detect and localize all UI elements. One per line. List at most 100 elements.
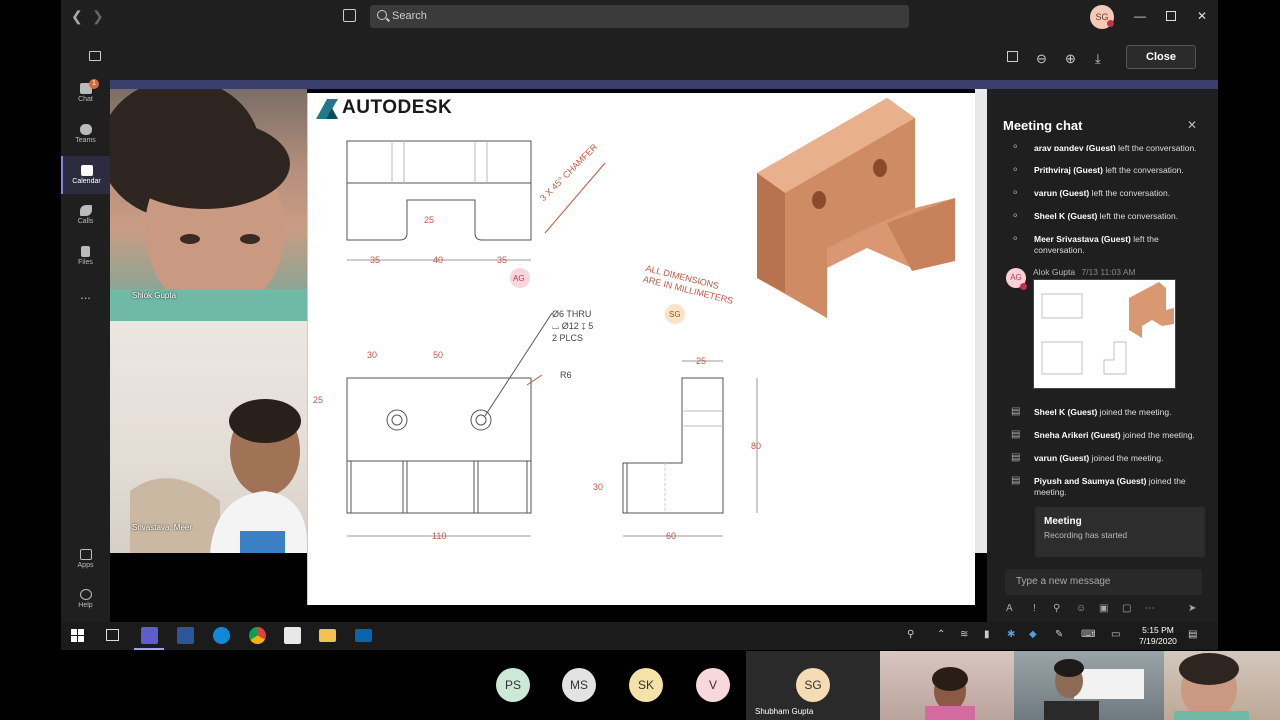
participant-chip-ps[interactable]: PS <box>496 668 530 702</box>
search-input[interactable]: Search <box>370 5 909 28</box>
pen-icon[interactable]: ✎ <box>1055 629 1063 640</box>
event-name: Meer Srivastava (Guest) <box>1034 234 1131 244</box>
notifications-icon[interactable]: ▤ <box>1188 629 1197 640</box>
close-button[interactable]: Close <box>1126 45 1196 69</box>
edge-icon[interactable] <box>213 627 230 644</box>
emoji-icon[interactable]: ☺ <box>1076 603 1086 614</box>
video-tile-shlok[interactable] <box>110 89 307 321</box>
file-explorer-icon[interactable] <box>319 629 336 642</box>
dim-label: 25 <box>313 395 324 405</box>
technical-drawing <box>346 98 955 537</box>
radius-note: R6 <box>560 370 572 380</box>
message-image-thumbnail[interactable] <box>1033 279 1176 389</box>
clock-time: 5:15 PM <box>1142 625 1174 635</box>
rail-more-button[interactable]: ... <box>61 288 110 304</box>
download-icon[interactable]: ⤓ <box>1095 51 1101 67</box>
attach-icon[interactable]: ⚲ <box>1053 603 1060 614</box>
rail-item-calendar[interactable]: Calendar <box>61 156 110 194</box>
dim-label: 50 <box>433 350 444 360</box>
cursor-badge-ag: AG <box>513 274 525 283</box>
image-icon[interactable] <box>89 51 101 61</box>
meeting-card-status: Recording has started <box>1044 530 1128 540</box>
message-input[interactable]: Type a new message <box>1005 569 1202 595</box>
taskbar-clock[interactable]: 5:15 PM 7/19/2020 <box>1135 625 1181 647</box>
important-icon[interactable]: ! <box>1033 603 1036 614</box>
participant-name: Shubham Gupta <box>755 707 814 716</box>
video-tile-meer[interactable] <box>110 321 307 553</box>
fit-to-screen-icon[interactable] <box>1007 51 1018 62</box>
close-chat-icon[interactable]: ✕ <box>1187 118 1197 132</box>
participant-chip-ms[interactable]: MS <box>562 668 596 702</box>
meeting-icon: ▤ <box>1011 429 1021 440</box>
bluetooth-icon[interactable]: ✱ <box>1007 629 1015 640</box>
rail-label: Chat <box>78 96 93 103</box>
mail-icon[interactable] <box>355 629 372 642</box>
zoom-in-icon[interactable]: ⊕ <box>1065 51 1076 67</box>
sticker-icon[interactable]: ▢ <box>1122 603 1131 614</box>
chat-event: Sheel K (Guest) joined the meeting. <box>1034 407 1199 418</box>
event-text: joined the meeting. <box>1089 453 1164 463</box>
send-icon[interactable]: ➤ <box>1188 603 1196 614</box>
rail-label: Files <box>78 259 93 266</box>
forward-arrow-icon[interactable]: ❯ <box>92 8 104 25</box>
participant-chip-sg[interactable]: SG <box>796 668 830 702</box>
video-name-label: Srivastava, Meer <box>132 523 193 532</box>
rail-item-chat[interactable]: Chat <box>61 83 110 111</box>
word-icon[interactable] <box>177 627 194 644</box>
rail-item-help[interactable]: Help <box>61 589 110 617</box>
chat-event: Meer Srivastava (Guest) left the convers… <box>1034 234 1199 256</box>
dim-label: 35 <box>497 255 508 265</box>
people-tray-icon[interactable]: ⚲ <box>907 629 914 640</box>
gif-icon[interactable]: ▣ <box>1099 603 1108 614</box>
participant-video-1[interactable] <box>880 651 1014 720</box>
rail-item-files[interactable]: Files <box>61 246 110 274</box>
rail-item-teams[interactable]: Teams <box>61 124 110 152</box>
app-rail <box>61 33 110 622</box>
teams-taskbar-icon[interactable] <box>141 627 158 644</box>
participant-video <box>130 399 307 553</box>
zoom-out-icon[interactable]: ⊖ <box>1036 51 1047 67</box>
wifi-icon[interactable]: ≋ <box>960 629 968 640</box>
isometric-part <box>757 98 955 318</box>
chevron-up-icon[interactable]: ⌃ <box>937 629 945 640</box>
apps-icon <box>79 549 92 560</box>
chrome-icon[interactable] <box>249 627 266 644</box>
participant-chip-v[interactable]: V <box>696 668 730 702</box>
more-options-icon[interactable]: ⋯ <box>1145 603 1155 614</box>
dropbox-icon[interactable]: ◆ <box>1029 629 1037 640</box>
chat-title: Meeting chat <box>1003 118 1083 133</box>
restore-icon[interactable] <box>1166 11 1176 21</box>
display-icon[interactable]: ▭ <box>1111 629 1120 640</box>
rail-item-apps[interactable]: Apps <box>61 549 110 577</box>
event-name: Sheel K (Guest) <box>1034 407 1098 417</box>
event-text: joined the meeting. <box>1120 430 1195 440</box>
status-busy-icon <box>1020 283 1027 290</box>
chat-event: Piyush and Saumya (Guest) joined the mee… <box>1034 476 1199 498</box>
format-icon[interactable]: A <box>1006 603 1013 614</box>
participant-video-3[interactable] <box>1164 651 1280 720</box>
rail-item-calls[interactable]: Calls <box>61 205 110 233</box>
task-view-icon[interactable] <box>106 629 119 641</box>
close-window-icon[interactable]: ✕ <box>1197 9 1207 23</box>
dim-label: 80 <box>751 441 762 451</box>
minimize-icon[interactable]: — <box>1134 9 1146 23</box>
battery-icon[interactable]: ▮ <box>984 629 990 640</box>
event-name: Sheel K (Guest) <box>1034 211 1098 221</box>
chat-event: varun (Guest) left the conversation. <box>1034 188 1199 199</box>
active-app-indicator <box>134 648 164 650</box>
participant-video <box>925 667 975 720</box>
new-chat-icon[interactable] <box>343 9 356 22</box>
participant-video-2[interactable] <box>1014 651 1164 720</box>
keyboard-icon[interactable]: ⌨ <box>1081 629 1095 640</box>
message-meta: Alok Gupta 7/13 11:03 AM <box>1033 267 1136 277</box>
participant-chip-sk[interactable]: SK <box>629 668 663 702</box>
event-text: joined the meeting. <box>1097 407 1172 417</box>
meeting-icon: ▤ <box>1011 452 1021 463</box>
back-arrow-icon[interactable]: ❮ <box>71 8 83 25</box>
dim-label: 60 <box>666 531 677 541</box>
store-icon[interactable] <box>284 627 301 644</box>
stage-toolbar <box>110 33 1218 80</box>
windows-start-icon[interactable] <box>71 629 85 643</box>
people-icon: ⚬ <box>1011 165 1020 176</box>
help-icon <box>79 589 92 600</box>
